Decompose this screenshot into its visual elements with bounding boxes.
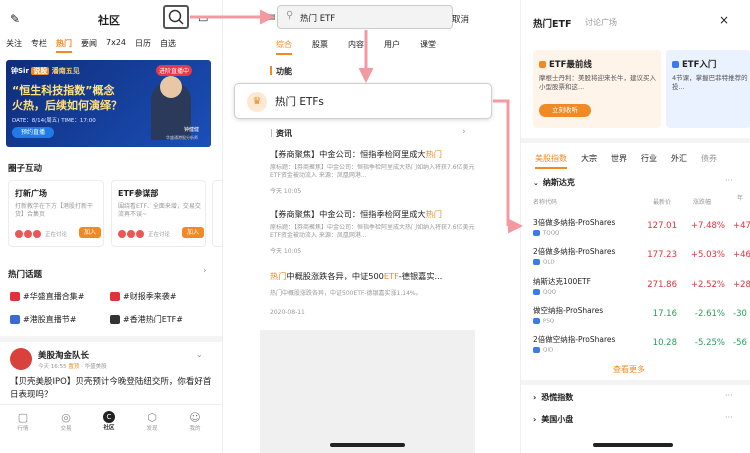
flow-arrows xyxy=(190,9,523,234)
arrow-to-etf-page xyxy=(493,99,510,226)
